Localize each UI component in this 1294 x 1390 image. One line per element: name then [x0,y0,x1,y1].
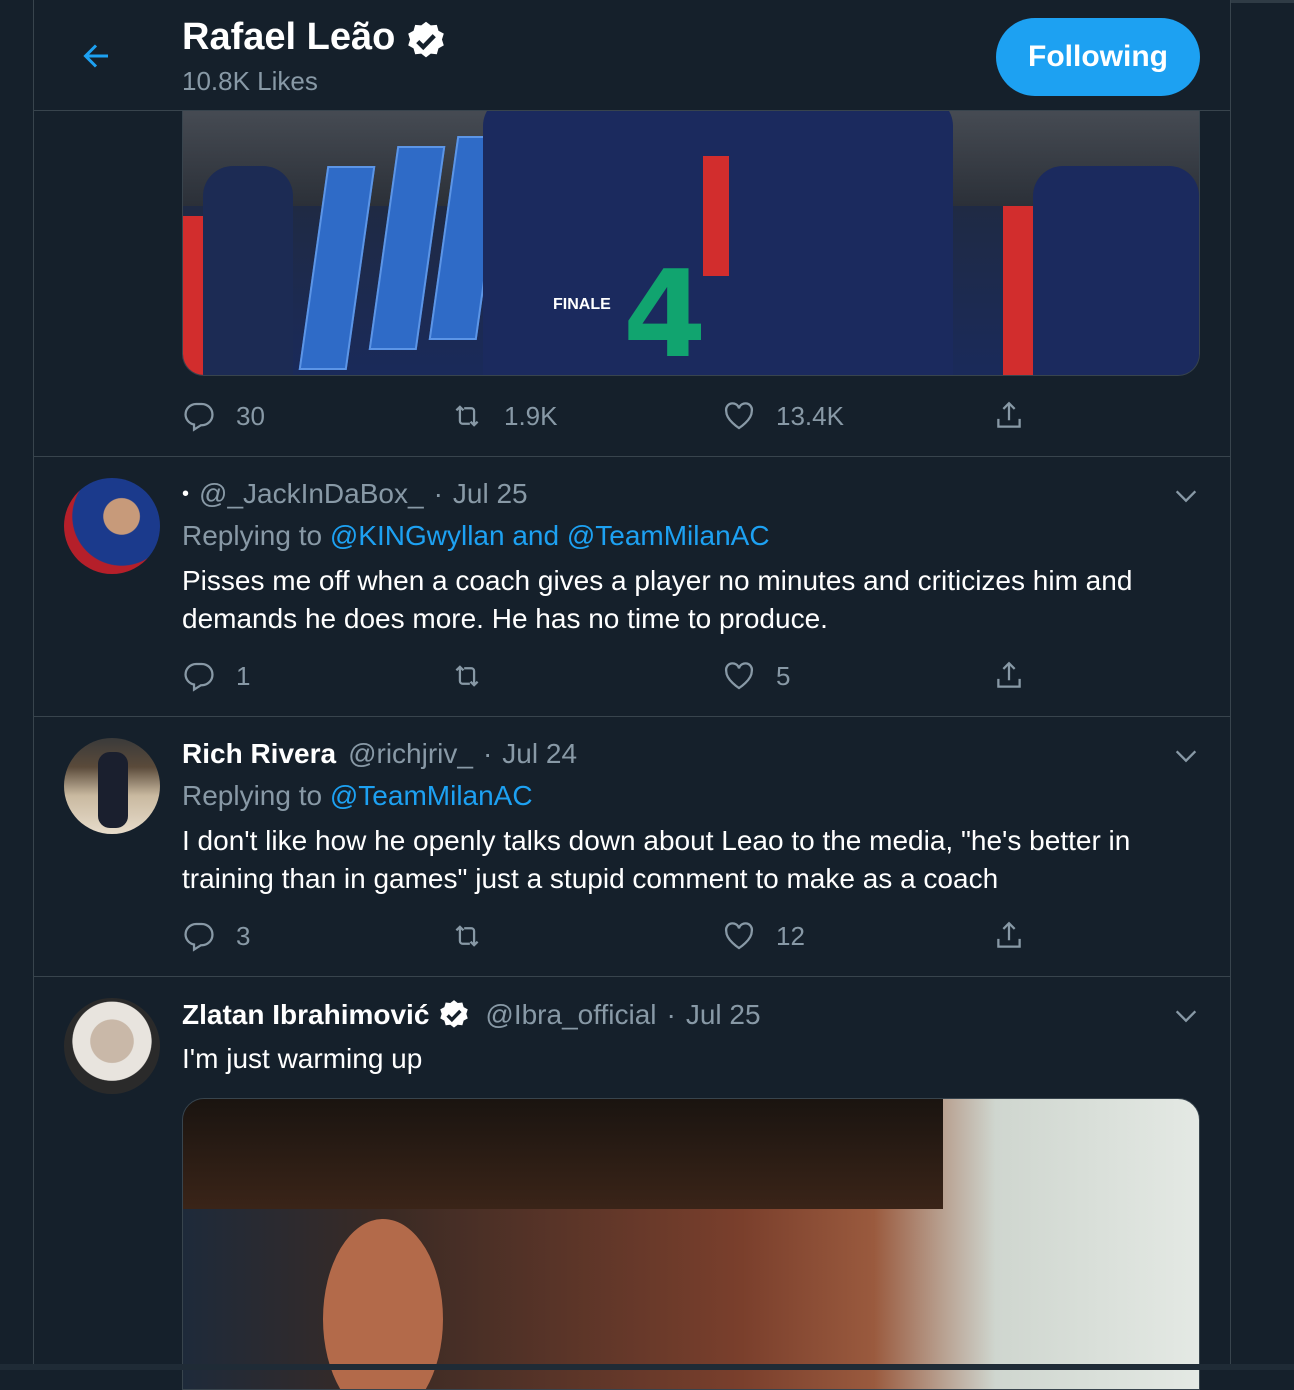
retweet-button[interactable]: 1.9K [450,396,558,436]
tweet-handle[interactable]: @richjriv_ [348,738,473,770]
tweet-text: I'm just warming up [182,1043,423,1074]
window-bottom-edge [0,1364,1294,1370]
retweet-icon [455,925,479,947]
tweet-date[interactable]: Jul 24 [502,738,577,770]
reply-icon [184,922,214,952]
separator-dot: · [666,999,676,1030]
reply-button[interactable]: 30 [182,396,265,436]
reply-button[interactable]: 3 [182,916,250,956]
reply-icon [184,662,214,692]
reply-count: 3 [236,920,251,951]
tweet-actions: 30 1.9K 13.4K [182,396,1182,436]
tweet-text: I don't like how he openly talks down ab… [182,825,1131,894]
like-icon [724,922,754,950]
tweet-text: Pisses me off when a coach gives a playe… [182,565,1133,634]
photo-player-right [1033,166,1199,375]
like-count: 12 [776,920,805,951]
tweet-video-thumbnail[interactable] [182,1098,1200,1390]
photo-scarf-text: FINALE [553,296,611,313]
share-icon [997,401,1021,428]
like-button[interactable]: 5 [722,656,790,696]
tweet-date[interactable]: Jul 25 [453,478,528,510]
tweet-date[interactable]: Jul 25 [686,999,761,1031]
chevron-down-icon[interactable] [1172,1002,1200,1030]
reply-mentions[interactable]: @KINGwyllan and @TeamMilanAC [330,520,770,551]
likes-count: 10.8K Likes [182,66,318,96]
replying-prefix: Replying to [182,520,323,551]
chevron-down-icon[interactable] [1172,482,1200,510]
reply-count: 1 [236,660,251,691]
verified-badge-icon [408,21,444,58]
like-icon [724,402,754,430]
like-button[interactable]: 13.4K [722,396,844,436]
tweet-header: Rich Rivera @richjriv_ · Jul 24 [182,738,577,770]
tweet-author-name[interactable]: Rich Rivera [182,738,336,770]
share-icon [997,661,1021,688]
chevron-down-icon[interactable] [1172,742,1200,770]
profile-header: Rafael Leão 10.8K Likes Following [34,0,1230,111]
tweet-actions: 3 12 [182,916,1182,956]
tweet-divider [34,976,1230,977]
separator-dot: · [433,478,443,509]
tweet-divider [34,456,1230,457]
reply-mentions[interactable]: @TeamMilanAC [330,780,533,811]
tweet-actions: 1 5 [182,656,1182,696]
avatar[interactable] [64,738,160,834]
retweet-count: 1.9K [504,400,558,431]
photo-hair [183,1099,943,1209]
reply-button[interactable]: 1 [182,656,250,696]
tweet-author-name[interactable]: Zlatan Ibrahimović [182,999,429,1031]
reply-count: 30 [236,400,265,431]
avatar[interactable] [64,478,160,574]
share-button[interactable] [992,656,1026,696]
retweet-button[interactable] [450,656,504,696]
back-arrow-icon[interactable] [78,38,114,74]
verified-badge-icon [440,1000,469,1028]
like-count: 5 [776,660,791,691]
separator-dot: · [482,738,493,769]
photo-jersey-stripe [703,156,729,276]
share-button[interactable] [992,916,1026,956]
status-dot: • [182,482,190,505]
tweet-header: • @_JackInDaBox_ · Jul 25 [182,478,528,510]
reply-icon [184,402,214,432]
photo-cup-logo: 4 [623,246,707,376]
timeline-column: 4 FINALE Rafael Leão 10.8K Likes Followi… [33,0,1231,1390]
like-icon [724,662,754,690]
replying-to: Replying to @TeamMilanAC [182,780,533,812]
profile-name: Rafael Leão [182,16,396,58]
replying-prefix: Replying to [182,780,323,811]
tweet-header: Zlatan Ibrahimović @Ibra_official · Jul … [182,998,761,1032]
replying-to: Replying to @KINGwyllan and @TeamMilanAC [182,520,770,552]
retweet-icon [455,405,479,427]
following-button[interactable]: Following [996,18,1200,96]
tweet-photo-trophy-celebration[interactable]: 4 FINALE [182,96,1200,376]
like-count: 13.4K [776,400,844,431]
like-button[interactable]: 12 [722,916,805,956]
tweet-divider [34,716,1230,717]
tweet-handle[interactable]: @_JackInDaBox_ [199,478,424,510]
retweet-button[interactable] [450,916,504,956]
photo-figure-left [203,166,293,375]
share-icon [997,921,1021,948]
retweet-icon [455,665,479,687]
tweet-handle[interactable]: @Ibra_official [485,999,656,1031]
share-button[interactable] [992,396,1026,436]
avatar[interactable] [64,998,160,1094]
